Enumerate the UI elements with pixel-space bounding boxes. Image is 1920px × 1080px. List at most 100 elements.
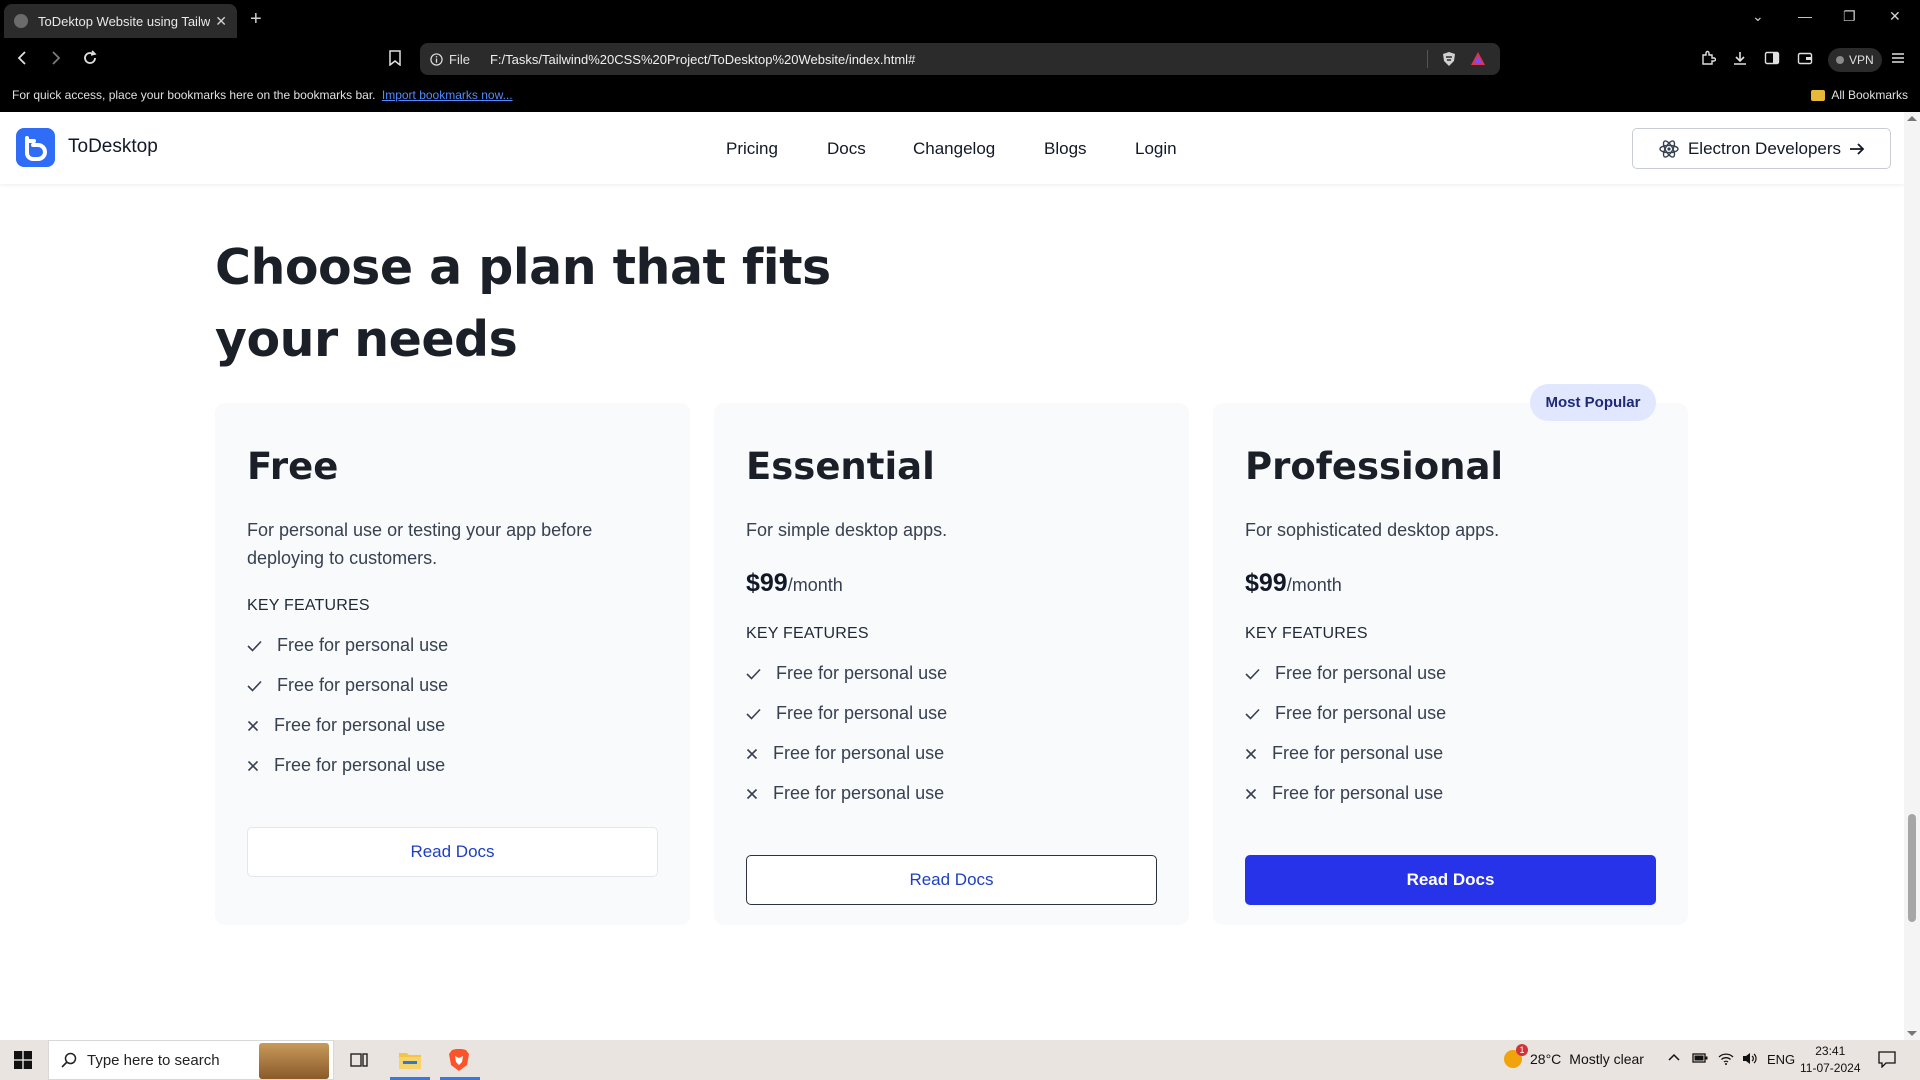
restore-button[interactable]: ❐	[1843, 8, 1856, 25]
feature-text: Free for personal use	[274, 755, 446, 775]
address-bar[interactable]: File F:/Tasks/Tailwind%20CSS%20Project/T…	[420, 43, 1500, 75]
browser-toolbar: File F:/Tasks/Tailwind%20CSS%20Project/T…	[0, 40, 1920, 80]
scroll-thumb[interactable]	[1908, 814, 1916, 922]
system-clock[interactable]: 23:41 11-07-2024	[1800, 1043, 1861, 1077]
vpn-label: VPN	[1849, 53, 1874, 67]
taskbar-search[interactable]: Type here to search	[48, 1040, 334, 1080]
price-amount: $99	[1245, 569, 1287, 597]
browser-tab-bar: ToDektop Website using Tailwi ✕ + ⌄ — ❐ …	[0, 0, 1920, 40]
back-icon[interactable]	[14, 50, 30, 66]
price-period: /month	[1286, 575, 1342, 595]
brave-shield-icon[interactable]	[1442, 51, 1456, 67]
wifi-icon[interactable]	[1718, 1052, 1734, 1065]
notifications-icon[interactable]	[1878, 1051, 1896, 1068]
wallet-icon[interactable]	[1797, 50, 1813, 66]
scroll-down-arrow-icon[interactable]	[1907, 1031, 1917, 1036]
feature-item: Free for personal use	[746, 663, 947, 684]
todesktop-logo-icon[interactable]	[16, 128, 55, 167]
electron-icon	[1659, 139, 1679, 158]
check-icon	[746, 708, 764, 720]
electron-developers-label: Electron Developers	[1687, 138, 1842, 158]
close-window-button[interactable]: ✕	[1889, 8, 1901, 25]
feature-item: Free for personal use	[746, 743, 944, 764]
import-bookmarks-link[interactable]: Import bookmarks now...	[382, 88, 513, 102]
task-view-icon[interactable]	[350, 1051, 368, 1069]
extensions-icon[interactable]	[1700, 50, 1716, 66]
language-indicator[interactable]: ENG	[1767, 1052, 1795, 1067]
battery-icon[interactable]	[1692, 1052, 1708, 1064]
logo-text[interactable]: ToDesktop	[68, 136, 158, 158]
check-icon	[1245, 708, 1263, 720]
windows-start-icon[interactable]	[14, 1051, 32, 1069]
headline-line-2: your needs	[215, 311, 518, 368]
key-features-title: KEY FEATURES	[1245, 625, 1368, 642]
search-placeholder: Type here to search	[87, 1051, 220, 1069]
plan-description: For personal use or testing your app bef…	[247, 520, 593, 568]
read-docs-button[interactable]: Read Docs	[1245, 855, 1656, 905]
feature-text: Free for personal use	[277, 675, 449, 695]
download-icon[interactable]	[1732, 50, 1748, 66]
forward-icon[interactable]	[48, 50, 64, 66]
plan-card-essential: Essential For simple desktop apps. $99/m…	[714, 403, 1189, 925]
all-bookmarks-button[interactable]: All Bookmarks	[1811, 88, 1908, 102]
feature-text: Free for personal use	[1275, 663, 1447, 683]
site-info[interactable]: File	[430, 52, 470, 67]
weather-alert-badge: 1	[1516, 1044, 1528, 1056]
bookmarks-bar: For quick access, place your bookmarks h…	[0, 80, 1920, 112]
plan-price: $99/month	[1245, 569, 1342, 598]
feature-item: Free for personal use	[247, 755, 445, 776]
x-mark-icon	[1245, 788, 1263, 800]
sidebar-icon[interactable]	[1764, 50, 1780, 66]
volume-icon[interactable]	[1742, 1052, 1758, 1065]
browser-tab[interactable]: ToDektop Website using Tailwi ✕	[4, 4, 237, 38]
close-tab-icon[interactable]: ✕	[215, 13, 227, 30]
show-hidden-icons-icon[interactable]	[1668, 1052, 1680, 1062]
page-scrollbar[interactable]	[1904, 112, 1920, 1040]
nav-link-docs[interactable]: Docs	[827, 139, 866, 159]
plan-description: For simple desktop apps.	[746, 520, 948, 540]
address-divider	[1427, 50, 1428, 68]
feature-item: Free for personal use	[1245, 743, 1443, 764]
vpn-status-icon	[1836, 56, 1844, 64]
nav-link-login[interactable]: Login	[1135, 139, 1177, 159]
new-tab-button[interactable]: +	[250, 8, 262, 31]
check-icon	[1245, 668, 1263, 680]
feature-text: Free for personal use	[773, 783, 945, 803]
feature-item: Free for personal use	[746, 783, 944, 804]
x-mark-icon	[746, 788, 764, 800]
plan-name: Free	[247, 445, 339, 488]
page-viewport: ToDesktop Pricing Docs Changelog Blogs L…	[0, 112, 1920, 1040]
x-mark-icon	[746, 748, 764, 760]
reload-icon[interactable]	[82, 50, 98, 66]
electron-developers-button[interactable]: Electron Developers	[1632, 128, 1891, 169]
bookmarks-message-text: For quick access, place your bookmarks h…	[12, 88, 376, 102]
address-url: F:/Tasks/Tailwind%20CSS%20Project/ToDesk…	[489, 51, 916, 67]
read-docs-button[interactable]: Read Docs	[247, 827, 658, 877]
folder-icon	[1811, 89, 1826, 101]
menu-icon[interactable]	[1890, 50, 1906, 66]
feature-item: Free for personal use	[1245, 703, 1446, 724]
read-docs-button[interactable]: Read Docs	[746, 855, 1157, 905]
nav-link-pricing[interactable]: Pricing	[726, 139, 778, 159]
vpn-button[interactable]: VPN	[1828, 48, 1882, 72]
feature-text: Free for personal use	[1272, 783, 1444, 803]
info-icon	[430, 52, 443, 66]
weather-widget[interactable]: 1 28°C Mostly clear	[1504, 1044, 1644, 1068]
headline-line-1: Choose a plan that fits	[215, 239, 831, 296]
nav-link-blogs[interactable]: Blogs	[1044, 139, 1087, 159]
bookmark-icon[interactable]	[388, 50, 402, 66]
tab-search-icon[interactable]: ⌄	[1752, 8, 1764, 25]
nav-link-changelog[interactable]: Changelog	[913, 139, 995, 159]
pricing-headline: Choose a plan that fits your needs	[215, 232, 831, 376]
weather-temperature: 28°C	[1530, 1051, 1562, 1067]
minimize-button[interactable]: —	[1798, 8, 1812, 24]
feature-text: Free for personal use	[776, 663, 948, 683]
brave-rewards-icon[interactable]	[1470, 51, 1486, 66]
feature-item: Free for personal use	[1245, 783, 1443, 804]
globe-icon	[14, 14, 28, 28]
feature-item: Free for personal use	[247, 675, 448, 696]
price-amount: $99	[746, 569, 788, 597]
scroll-up-arrow-icon[interactable]	[1907, 116, 1917, 121]
brave-browser-icon[interactable]	[448, 1048, 470, 1072]
file-explorer-icon[interactable]	[398, 1049, 422, 1071]
